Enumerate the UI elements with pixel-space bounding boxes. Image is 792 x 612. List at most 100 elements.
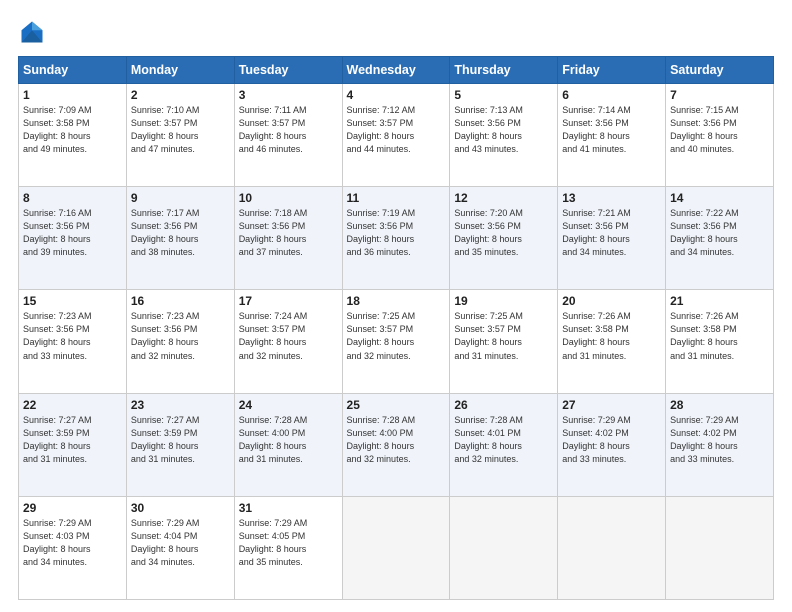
cell-info: Sunrise: 7:28 AMSunset: 4:00 PMDaylight:… <box>239 414 338 466</box>
day-number: 13 <box>562 191 661 205</box>
calendar-cell <box>450 496 558 599</box>
calendar-week-5: 29Sunrise: 7:29 AMSunset: 4:03 PMDayligh… <box>19 496 774 599</box>
cell-info: Sunrise: 7:25 AMSunset: 3:57 PMDaylight:… <box>454 310 553 362</box>
calendar-cell: 7 Sunrise: 7:15 AMSunset: 3:56 PMDaylight… <box>666 84 774 187</box>
calendar-cell <box>342 496 450 599</box>
calendar-cell: 13 Sunrise: 7:21 AMSunset: 3:56 PMDayligh… <box>558 187 666 290</box>
day-number: 24 <box>239 398 338 412</box>
calendar-cell: 28 Sunrise: 7:29 AMSunset: 4:02 PMDayligh… <box>666 393 774 496</box>
calendar-cell: 16 Sunrise: 7:23 AMSunset: 3:56 PMDayligh… <box>126 290 234 393</box>
day-number: 9 <box>131 191 230 205</box>
cell-info: Sunrise: 7:12 AMSunset: 3:57 PMDaylight:… <box>347 104 446 156</box>
cell-info: Sunrise: 7:21 AMSunset: 3:56 PMDaylight:… <box>562 207 661 259</box>
calendar-cell: 8 Sunrise: 7:16 AMSunset: 3:56 PMDaylight… <box>19 187 127 290</box>
calendar-week-3: 15 Sunrise: 7:23 AMSunset: 3:56 PMDayligh… <box>19 290 774 393</box>
calendar-cell: 29Sunrise: 7:29 AMSunset: 4:03 PMDayligh… <box>19 496 127 599</box>
cell-info: Sunrise: 7:29 AMSunset: 4:02 PMDaylight:… <box>562 414 661 466</box>
day-number: 15 <box>23 294 122 308</box>
day-number: 16 <box>131 294 230 308</box>
calendar-cell: 22 Sunrise: 7:27 AMSunset: 3:59 PMDayligh… <box>19 393 127 496</box>
page: SundayMondayTuesdayWednesdayThursdayFrid… <box>0 0 792 612</box>
calendar-cell <box>666 496 774 599</box>
day-number: 14 <box>670 191 769 205</box>
cell-info: Sunrise: 7:23 AMSunset: 3:56 PMDaylight:… <box>131 310 230 362</box>
cell-info: Sunrise: 7:16 AMSunset: 3:56 PMDaylight:… <box>23 207 122 259</box>
calendar-cell: 30 Sunrise: 7:29 AMSunset: 4:04 PMDayligh… <box>126 496 234 599</box>
day-number: 7 <box>670 88 769 102</box>
calendar-cell: 10 Sunrise: 7:18 AMSunset: 3:56 PMDayligh… <box>234 187 342 290</box>
cell-info: Sunrise: 7:26 AMSunset: 3:58 PMDaylight:… <box>670 310 769 362</box>
day-number: 30 <box>131 501 230 515</box>
calendar-cell: 21 Sunrise: 7:26 AMSunset: 3:58 PMDayligh… <box>666 290 774 393</box>
day-number: 17 <box>239 294 338 308</box>
calendar-cell <box>558 496 666 599</box>
calendar-cell: 23 Sunrise: 7:27 AMSunset: 3:59 PMDayligh… <box>126 393 234 496</box>
day-number: 5 <box>454 88 553 102</box>
day-number: 31 <box>239 501 338 515</box>
calendar-cell: 6 Sunrise: 7:14 AMSunset: 3:56 PMDaylight… <box>558 84 666 187</box>
day-number: 25 <box>347 398 446 412</box>
cell-info: Sunrise: 7:28 AMSunset: 4:00 PMDaylight:… <box>347 414 446 466</box>
cell-info: Sunrise: 7:14 AMSunset: 3:56 PMDaylight:… <box>562 104 661 156</box>
cell-info: Sunrise: 7:26 AMSunset: 3:58 PMDaylight:… <box>562 310 661 362</box>
day-number: 27 <box>562 398 661 412</box>
day-number: 8 <box>23 191 122 205</box>
day-number: 2 <box>131 88 230 102</box>
day-number: 21 <box>670 294 769 308</box>
calendar-cell: 18Sunrise: 7:25 AMSunset: 3:57 PMDayligh… <box>342 290 450 393</box>
cell-info: Sunrise: 7:20 AMSunset: 3:56 PMDaylight:… <box>454 207 553 259</box>
calendar-header-sunday: Sunday <box>19 57 127 84</box>
cell-info: Sunrise: 7:24 AMSunset: 3:57 PMDaylight:… <box>239 310 338 362</box>
day-number: 19 <box>454 294 553 308</box>
cell-info: Sunrise: 7:29 AMSunset: 4:05 PMDaylight:… <box>239 517 338 569</box>
calendar-cell: 27 Sunrise: 7:29 AMSunset: 4:02 PMDayligh… <box>558 393 666 496</box>
calendar-cell: 26Sunrise: 7:28 AMSunset: 4:01 PMDayligh… <box>450 393 558 496</box>
cell-info: Sunrise: 7:17 AMSunset: 3:56 PMDaylight:… <box>131 207 230 259</box>
calendar-cell: 3 Sunrise: 7:11 AMSunset: 3:57 PMDaylight… <box>234 84 342 187</box>
day-number: 28 <box>670 398 769 412</box>
calendar-header-saturday: Saturday <box>666 57 774 84</box>
calendar-cell: 14 Sunrise: 7:22 AMSunset: 3:56 PMDayligh… <box>666 187 774 290</box>
cell-info: Sunrise: 7:11 AMSunset: 3:57 PMDaylight:… <box>239 104 338 156</box>
cell-info: Sunrise: 7:27 AMSunset: 3:59 PMDaylight:… <box>23 414 122 466</box>
day-number: 11 <box>347 191 446 205</box>
calendar-cell: 2Sunrise: 7:10 AMSunset: 3:57 PMDaylight… <box>126 84 234 187</box>
day-number: 12 <box>454 191 553 205</box>
day-number: 6 <box>562 88 661 102</box>
day-number: 3 <box>239 88 338 102</box>
calendar-cell: 4Sunrise: 7:12 AMSunset: 3:57 PMDaylight… <box>342 84 450 187</box>
cell-info: Sunrise: 7:29 AMSunset: 4:02 PMDaylight:… <box>670 414 769 466</box>
cell-info: Sunrise: 7:19 AMSunset: 3:56 PMDaylight:… <box>347 207 446 259</box>
day-number: 23 <box>131 398 230 412</box>
calendar-cell: 9 Sunrise: 7:17 AMSunset: 3:56 PMDaylight… <box>126 187 234 290</box>
calendar-header-thursday: Thursday <box>450 57 558 84</box>
calendar-week-1: 1Sunrise: 7:09 AMSunset: 3:58 PMDaylight… <box>19 84 774 187</box>
calendar-week-2: 8 Sunrise: 7:16 AMSunset: 3:56 PMDaylight… <box>19 187 774 290</box>
header <box>18 18 774 46</box>
logo <box>18 18 50 46</box>
cell-info: Sunrise: 7:23 AMSunset: 3:56 PMDaylight:… <box>23 310 122 362</box>
cell-info: Sunrise: 7:27 AMSunset: 3:59 PMDaylight:… <box>131 414 230 466</box>
day-number: 22 <box>23 398 122 412</box>
cell-info: Sunrise: 7:29 AMSunset: 4:04 PMDaylight:… <box>131 517 230 569</box>
cell-info: Sunrise: 7:15 AMSunset: 3:56 PMDaylight:… <box>670 104 769 156</box>
day-number: 20 <box>562 294 661 308</box>
calendar-header-wednesday: Wednesday <box>342 57 450 84</box>
day-number: 10 <box>239 191 338 205</box>
calendar-week-4: 22 Sunrise: 7:27 AMSunset: 3:59 PMDayligh… <box>19 393 774 496</box>
calendar-cell: 20 Sunrise: 7:26 AMSunset: 3:58 PMDayligh… <box>558 290 666 393</box>
logo-icon <box>18 18 46 46</box>
calendar-cell: 11 Sunrise: 7:19 AMSunset: 3:56 PMDayligh… <box>342 187 450 290</box>
calendar-cell: 17 Sunrise: 7:24 AMSunset: 3:57 PMDayligh… <box>234 290 342 393</box>
cell-info: Sunrise: 7:22 AMSunset: 3:56 PMDaylight:… <box>670 207 769 259</box>
calendar-cell: 31 Sunrise: 7:29 AMSunset: 4:05 PMDayligh… <box>234 496 342 599</box>
calendar-header-row: SundayMondayTuesdayWednesdayThursdayFrid… <box>19 57 774 84</box>
cell-info: Sunrise: 7:13 AMSunset: 3:56 PMDaylight:… <box>454 104 553 156</box>
calendar-cell: 25 Sunrise: 7:28 AMSunset: 4:00 PMDayligh… <box>342 393 450 496</box>
cell-info: Sunrise: 7:25 AMSunset: 3:57 PMDaylight:… <box>347 310 446 362</box>
cell-info: Sunrise: 7:18 AMSunset: 3:56 PMDaylight:… <box>239 207 338 259</box>
calendar-cell: 24 Sunrise: 7:28 AMSunset: 4:00 PMDayligh… <box>234 393 342 496</box>
calendar-cell: 15 Sunrise: 7:23 AMSunset: 3:56 PMDayligh… <box>19 290 127 393</box>
day-number: 26 <box>454 398 553 412</box>
calendar-cell: 12 Sunrise: 7:20 AMSunset: 3:56 PMDayligh… <box>450 187 558 290</box>
